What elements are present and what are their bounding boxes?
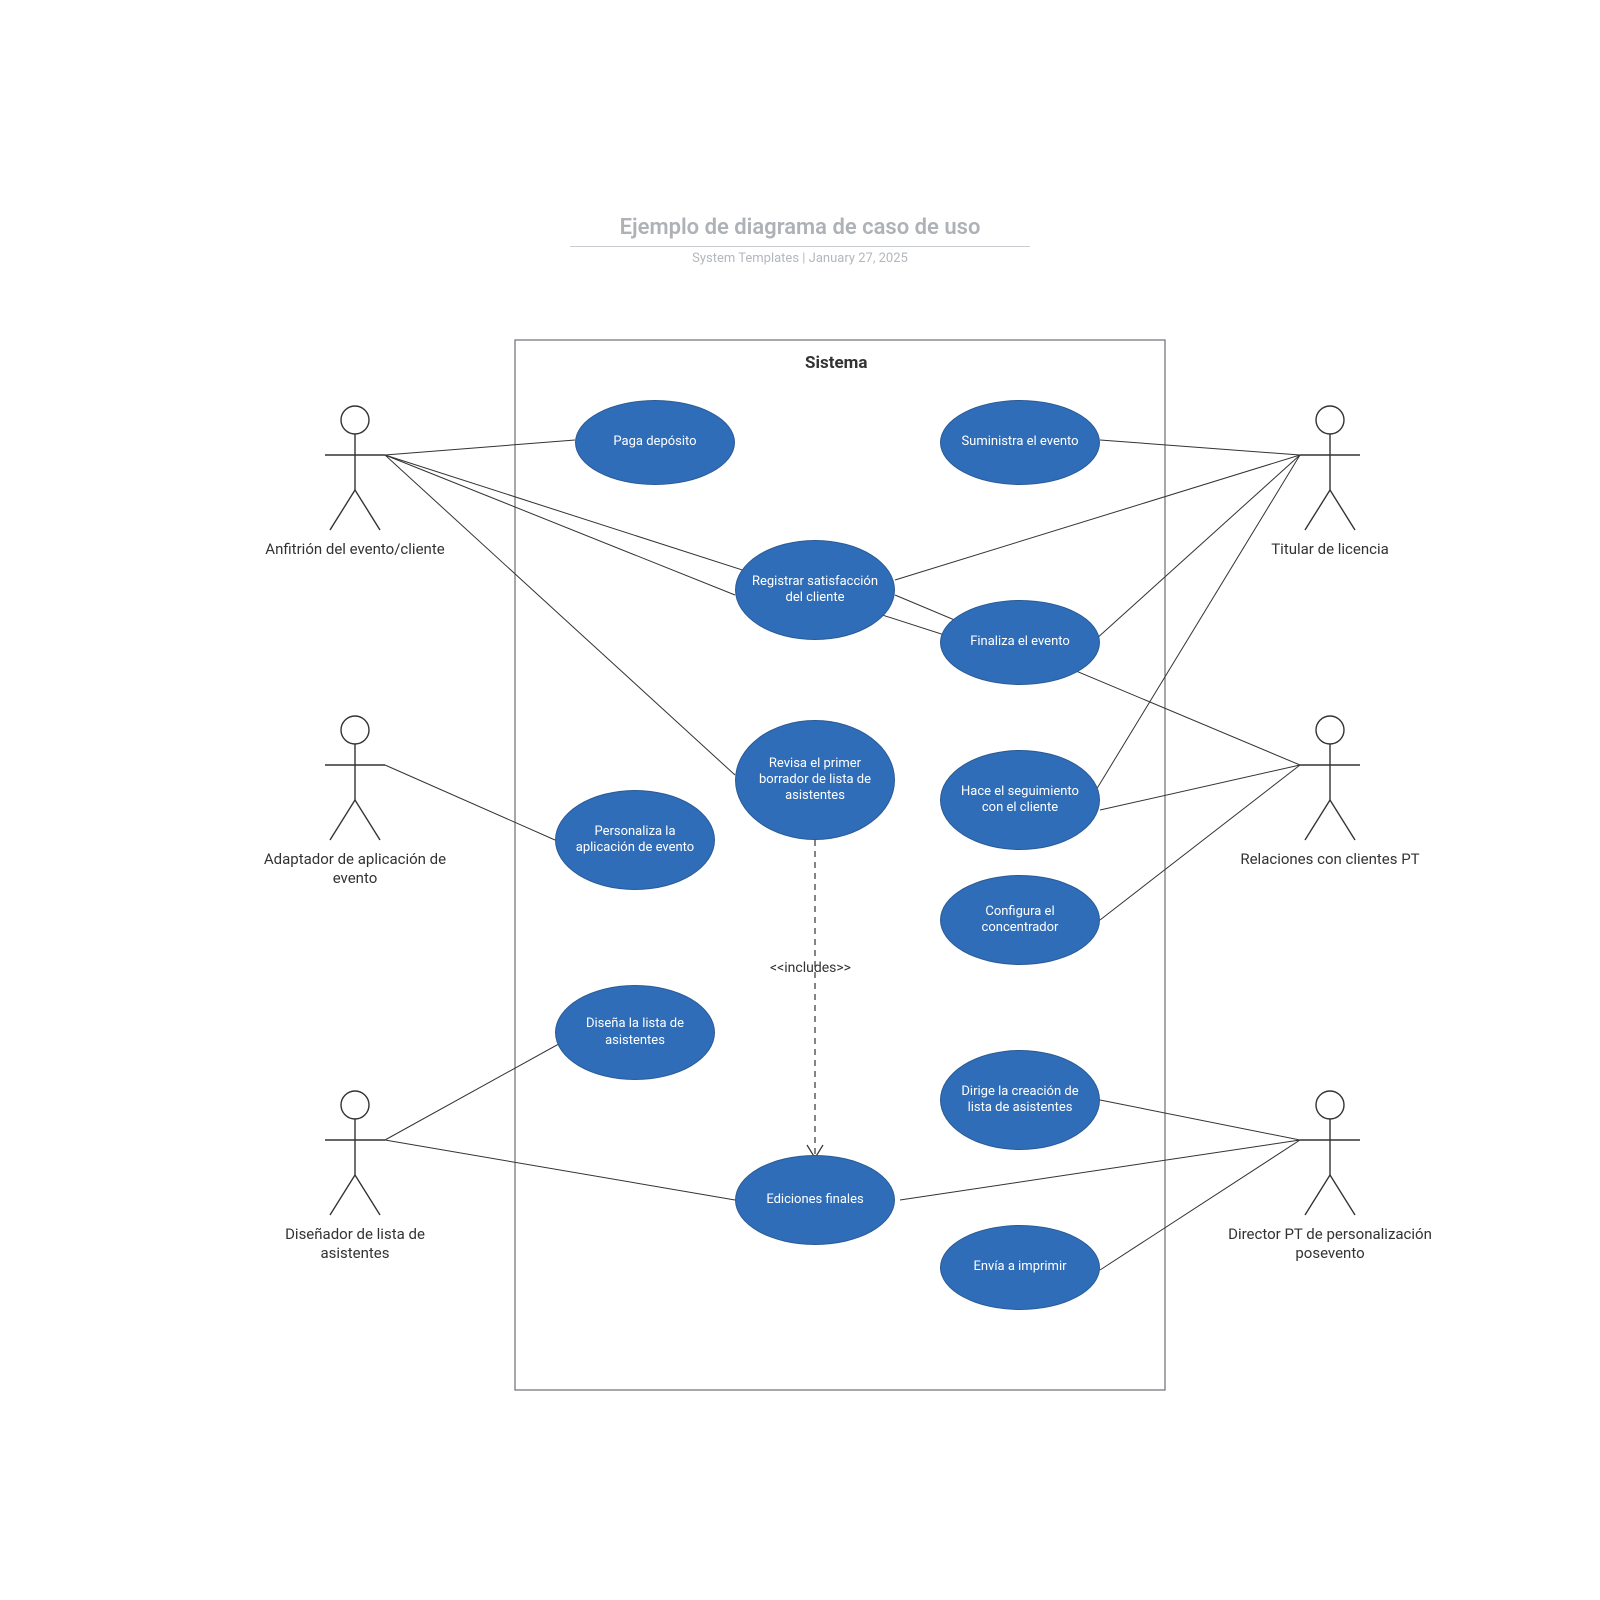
- actor-ptrel-figure: [1300, 716, 1360, 840]
- usecase-final-editions: Ediciones finales: [735, 1155, 895, 1245]
- system-boundary-label: Sistema: [805, 353, 867, 373]
- usecase-design-list: Diseña la lista de asistentes: [555, 985, 715, 1080]
- actor-ptrel-label: Relaciones con clientes PT: [1225, 850, 1435, 869]
- actor-designer-label: Diseñador de lista de asistentes: [250, 1225, 460, 1263]
- actor-host-label: Anfitrión del evento/cliente: [250, 540, 460, 559]
- actor-designer-figure: [325, 1091, 385, 1215]
- actor-adapter-label: Adaptador de aplicación de evento: [250, 850, 460, 888]
- usecase-pay-deposit: Paga depósito: [575, 400, 735, 485]
- actor-ptdir-figure: [1300, 1091, 1360, 1215]
- actor-licensee-label: Titular de licencia: [1225, 540, 1435, 559]
- include-label: <<includes>>: [770, 960, 851, 976]
- actor-ptdir-label: Director PT de personalización posevento: [1225, 1225, 1435, 1263]
- usecase-customize-app: Personaliza la aplicación de evento: [555, 790, 715, 890]
- usecase-send-print: Envía a imprimir: [940, 1225, 1100, 1310]
- usecase-direct-creation: Dirige la creación de lista de asistente…: [940, 1050, 1100, 1150]
- usecase-review-draft: Revisa el primer borrador de lista de as…: [735, 720, 895, 840]
- usecase-configure-hub: Configura el concentrador: [940, 875, 1100, 965]
- actor-adapter-figure: [325, 716, 385, 840]
- usecase-supply-event: Suministra el evento: [940, 400, 1100, 485]
- usecase-finalize-event: Finaliza el evento: [940, 600, 1100, 685]
- usecase-register-satisfaction: Registrar satisfacción del cliente: [735, 540, 895, 640]
- usecase-followup: Hace el seguimiento con el cliente: [940, 750, 1100, 850]
- include-arrow: [807, 840, 823, 1158]
- actor-host-figure: [325, 406, 385, 530]
- actor-licensee-figure: [1300, 406, 1360, 530]
